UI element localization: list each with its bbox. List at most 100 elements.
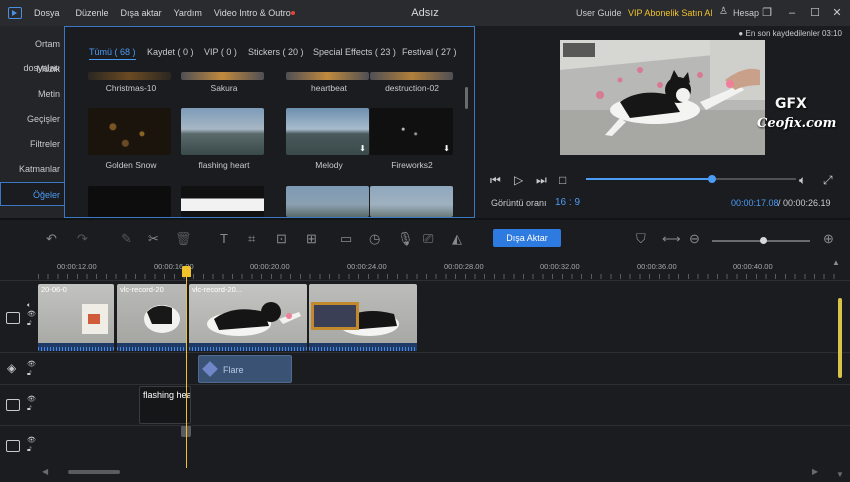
color-fill-icon[interactable]: ◭ (452, 231, 462, 247)
nav-filters[interactable]: Filtreler (0, 132, 64, 156)
layers-icon: ◈ (7, 361, 17, 375)
tab-vip[interactable]: VIP ( 0 ) (204, 47, 237, 57)
track-controls[interactable]: 👁︎ 🔓︎ (27, 436, 36, 454)
video-clip[interactable]: vlc-record-20... (189, 284, 307, 351)
volume-icon[interactable]: 🔈︎ (799, 173, 806, 188)
crop-icon[interactable]: ⌗ (248, 231, 255, 247)
zoom-out-icon[interactable]: ⊖ (689, 231, 700, 247)
tab-saved[interactable]: Kaydet ( 0 ) (147, 47, 194, 57)
thumb-christmas-10[interactable] (88, 72, 171, 80)
download-icon[interactable]: ⬇ (443, 144, 450, 153)
nav-overlays[interactable]: Katmanlar (0, 157, 64, 181)
minimize-icon[interactable]: – (785, 6, 799, 20)
marker-icon[interactable]: ⛉ (636, 231, 646, 247)
video-clip[interactable] (309, 284, 417, 351)
zoom-knob[interactable] (759, 237, 767, 244)
ruler-scroll-up-icon[interactable]: ▲ (832, 258, 840, 267)
redo-icon[interactable]: ↷ (77, 231, 88, 247)
menu-disa-aktar[interactable]: Dışa aktar (121, 8, 162, 18)
restore-window-icon[interactable]: ❐ (760, 6, 774, 20)
stop-icon[interactable]: □ (559, 173, 566, 187)
track-controls[interactable]: 🔈︎ 👁︎ 🔓︎ (27, 301, 36, 328)
text-clip-label: flashing hea (143, 390, 191, 400)
nav-transitions[interactable]: Geçişler (0, 107, 64, 131)
fullscreen-icon[interactable]: ⤢ (823, 173, 833, 188)
duration-icon[interactable]: ◷ (369, 231, 380, 247)
thumb-snow[interactable] (88, 186, 171, 217)
undo-icon[interactable]: ↶ (46, 231, 57, 247)
play-icon[interactable]: ▷ (514, 173, 523, 187)
screen-record-icon[interactable]: ⎚ (423, 231, 433, 247)
flare-clip[interactable]: Flare (198, 355, 292, 383)
elements-panel: Tümü ( 68 ) Kaydet ( 0 ) VIP ( 0 ) Stick… (64, 26, 475, 218)
thumb-sky[interactable] (370, 186, 453, 217)
nav-music[interactable]: Müzik (0, 57, 64, 81)
text-tool-icon[interactable]: T (220, 231, 228, 246)
nav-text[interactable]: Metin (0, 82, 64, 106)
cut-icon[interactable]: ✂ (148, 231, 159, 247)
fit-timeline-icon[interactable]: ⟷ (662, 231, 681, 247)
tab-all[interactable]: Tümü ( 68 ) (89, 47, 136, 60)
delete-icon[interactable]: 🗑︎ (175, 231, 192, 247)
nav-elements[interactable]: Öğeler (0, 182, 64, 206)
nav-media-files[interactable]: Ortam dosyaları (0, 32, 64, 73)
tab-stickers[interactable]: Stickers ( 20 ) (248, 47, 304, 57)
user-guide-link[interactable]: User Guide (576, 8, 622, 18)
account-link[interactable]: Hesap (733, 8, 759, 18)
playhead[interactable] (186, 266, 187, 468)
panel-divider[interactable] (0, 218, 850, 220)
video-clip[interactable]: vlc-record-20 (117, 284, 187, 351)
clip-label: 20-06-0 (41, 285, 67, 294)
close-icon[interactable]: ✕ (830, 6, 844, 20)
thumb-brush[interactable] (181, 186, 264, 217)
edit-icon[interactable]: ✎ (121, 231, 132, 247)
thumb-destruction-02[interactable] (370, 72, 453, 80)
thumb-sakura[interactable] (181, 72, 264, 80)
timeline-vscrollbar[interactable] (838, 298, 842, 378)
tab-festival[interactable]: Festival ( 27 ) (402, 47, 457, 57)
export-button[interactable]: Dışa Aktar (493, 229, 561, 247)
video-clip[interactable]: 20-06-0 (38, 284, 114, 351)
maximize-icon[interactable]: ☐ (808, 6, 822, 20)
zoom-frame-icon[interactable]: ⊡ (276, 231, 287, 247)
playback-progress[interactable] (586, 175, 796, 183)
thumb-golden-snow[interactable] (88, 108, 171, 155)
timeline-ruler[interactable]: 00:00:12.00 00:00:16.00 00:00:20.00 00:0… (38, 258, 838, 280)
scroll-right-icon[interactable]: ▶ (812, 467, 818, 476)
track-controls[interactable]: 👁︎ 🔓︎ (27, 360, 36, 378)
thumb-label: Fireworks2 (391, 160, 433, 170)
timeline-toolbar: ↶ ↷ ✎ ✂ 🗑︎ T ⌗ ⊡ ⊞ ▭ ◷ 🎙︎ ⎚ ◭ Dışa Aktar… (0, 222, 850, 256)
video-preview[interactable] (560, 40, 765, 155)
menu-duzenle[interactable]: Düzenle (76, 8, 109, 18)
preview-panel: ● En son kaydedilenler 03:10 GFX Ceofix.… (477, 26, 850, 218)
progress-knob[interactable] (708, 175, 716, 183)
menu-video-intro-outro[interactable]: Video Intro & Outro (214, 8, 291, 18)
zoom-slider[interactable] (712, 237, 810, 244)
thumb-candle[interactable] (286, 186, 369, 217)
thumb-heartbeat[interactable] (286, 72, 369, 80)
download-icon[interactable]: ⬇ (359, 144, 366, 153)
text-clip[interactable]: flashing hea (139, 386, 191, 424)
panel-scrollbar[interactable] (465, 87, 468, 109)
mosaic-icon[interactable]: ⊞ (306, 231, 317, 247)
thumb-melody[interactable]: ⬇ (286, 108, 369, 155)
freeze-frame-icon[interactable]: ▭ (340, 231, 352, 247)
tab-special-effects[interactable]: Special Effects ( 23 ) (313, 47, 396, 57)
audio-waveform (38, 343, 114, 351)
menu-yardim[interactable]: Yardım (174, 8, 202, 18)
video-track-icon (6, 312, 20, 324)
microphone-icon[interactable]: 🎙︎ (397, 231, 414, 247)
account-icon[interactable]: ♙ (719, 6, 728, 17)
next-frame-icon[interactable]: ⏭ (536, 173, 547, 188)
vip-subscribe-link[interactable]: VIP Abonelik Satın Al (628, 8, 712, 18)
track-controls[interactable]: 👁︎ 🔓︎ (27, 395, 36, 413)
timeline-hscrollbar[interactable] (68, 470, 120, 474)
scroll-down-icon[interactable]: ▼ (836, 470, 844, 479)
thumb-flashing-heart[interactable] (181, 108, 264, 155)
thumb-fireworks2[interactable]: ⬇ (370, 108, 453, 155)
menu-dosya[interactable]: Dosya (34, 8, 60, 18)
scroll-left-icon[interactable]: ◀ (42, 467, 48, 476)
aspect-ratio-value[interactable]: 16 : 9 (555, 197, 580, 208)
prev-frame-icon[interactable]: ⏮ (490, 173, 501, 188)
zoom-in-icon[interactable]: ⊕ (823, 231, 834, 247)
